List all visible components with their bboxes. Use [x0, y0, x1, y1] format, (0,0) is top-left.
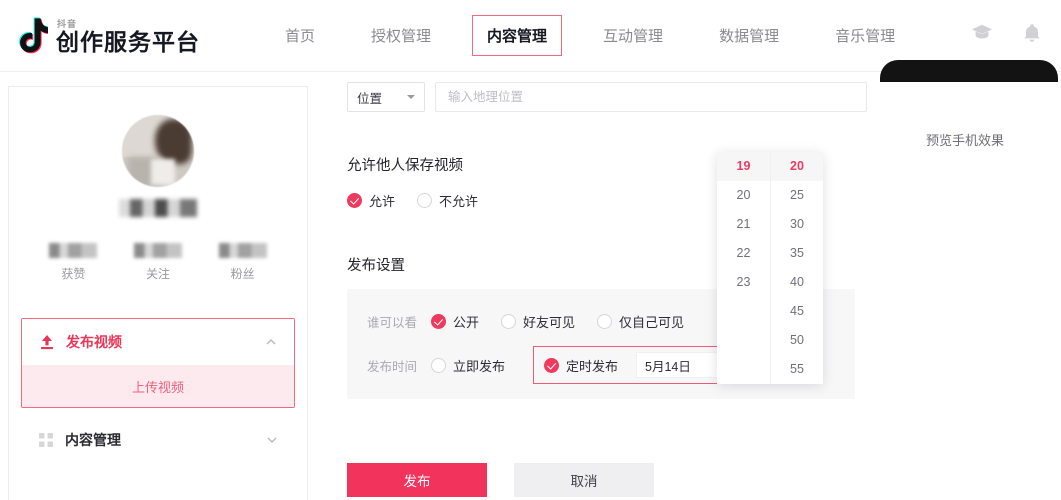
- time-picker-minutes-column[interactable]: 20 25 30 35 40 45 50 55: [770, 152, 823, 384]
- radio-visibility-friends-label: 好友可见: [523, 312, 575, 331]
- stat-likes: 获赞: [49, 243, 97, 282]
- main-nav: 首页 授权管理 内容管理 互动管理 数据管理 音乐管理: [270, 15, 936, 56]
- radio-publish-scheduled-label: 定时发布: [566, 356, 618, 375]
- music-note-icon: [14, 17, 48, 55]
- location-select-value: 位置: [357, 88, 382, 107]
- time-picker-minute-cell[interactable]: 20: [771, 152, 823, 181]
- location-input[interactable]: [435, 82, 867, 112]
- phone-preview-label: 预览手机效果: [876, 130, 1054, 149]
- nav-item-content-management[interactable]: 内容管理: [472, 15, 562, 56]
- time-picker-minute-cell[interactable]: 45: [771, 297, 823, 326]
- bell-icon[interactable]: [1021, 22, 1043, 44]
- visibility-label: 谁可以看: [367, 312, 431, 331]
- time-picker-minute-cell[interactable]: 30: [771, 210, 823, 239]
- time-picker-minute-cell[interactable]: 55: [771, 355, 823, 384]
- brand-main-label: 创作服务平台: [56, 31, 200, 54]
- sidebar-menu-publish-group: 发布视频 上传视频: [21, 318, 295, 408]
- stat-likes-label: 获赞: [49, 265, 97, 282]
- stat-fans-label: 粉丝: [219, 265, 267, 282]
- time-picker-hour-cell[interactable]: 21: [717, 210, 770, 239]
- radio-publish-now-indicator: [431, 358, 446, 373]
- nav-item-authorization[interactable]: 授权管理: [356, 15, 446, 56]
- radio-publish-now[interactable]: 立即发布: [431, 356, 505, 375]
- chevron-up-icon[interactable]: [264, 335, 278, 349]
- sidebar-item-publish-video[interactable]: 发布视频: [22, 319, 294, 365]
- chevron-down-icon[interactable]: [265, 433, 279, 447]
- radio-visibility-public-indicator: [431, 314, 446, 329]
- sidebar-subitem-upload-video-label: 上传视频: [132, 377, 184, 396]
- radio-allow-save-no[interactable]: 不允许: [417, 191, 478, 210]
- nav-item-music-management[interactable]: 音乐管理: [820, 15, 910, 56]
- sidebar: 获赞 关注 粉丝 发布视频: [8, 86, 308, 500]
- radio-publish-now-label: 立即发布: [453, 356, 505, 375]
- sidebar-item-content-management-label: 内容管理: [65, 430, 265, 450]
- sidebar-subitem-upload-video[interactable]: 上传视频: [22, 365, 294, 407]
- time-picker-minute-cell[interactable]: 35: [771, 239, 823, 268]
- sidebar-item-content-management[interactable]: 内容管理: [21, 416, 295, 464]
- grid-icon: [37, 431, 55, 449]
- stat-fans: 粉丝: [219, 243, 267, 282]
- brand-logo[interactable]: 抖音 创作服务平台: [14, 17, 200, 55]
- publish-button[interactable]: 发布: [347, 463, 487, 497]
- header-icon-group: [971, 22, 1043, 44]
- caret-down-icon: [407, 95, 415, 99]
- time-picker-minute-cell[interactable]: 50: [771, 326, 823, 355]
- scheduled-date-value: 5月14日: [645, 356, 691, 375]
- graduation-cap-icon[interactable]: [971, 22, 993, 44]
- radio-allow-save-yes-label: 允许: [369, 191, 395, 210]
- sidebar-item-publish-video-label: 发布视频: [66, 332, 264, 352]
- radio-visibility-public[interactable]: 公开: [431, 312, 479, 331]
- time-picker-hour-cell[interactable]: 19: [717, 152, 770, 181]
- upload-icon: [38, 333, 56, 351]
- stat-following-value-masked: [134, 243, 182, 258]
- stat-following-label: 关注: [134, 265, 182, 282]
- time-picker-hour-cell[interactable]: 22: [717, 239, 770, 268]
- time-picker-dropdown: 19 20 21 22 23 20 25 30 35 40 45 50 55: [717, 152, 823, 384]
- stat-fans-value-masked: [219, 243, 267, 258]
- radio-allow-save-yes-indicator: [347, 193, 362, 208]
- time-picker-hours-column[interactable]: 19 20 21 22 23: [717, 152, 770, 384]
- cancel-button[interactable]: 取消: [514, 463, 654, 497]
- phone-frame-top: [880, 60, 1058, 82]
- time-picker-hour-cell[interactable]: 23: [717, 268, 770, 297]
- location-row: 位置: [347, 82, 867, 112]
- radio-allow-save-no-label: 不允许: [439, 191, 478, 210]
- radio-visibility-public-label: 公开: [453, 312, 479, 331]
- stat-likes-value-masked: [49, 243, 97, 258]
- radio-allow-save-no-indicator: [417, 193, 432, 208]
- radio-allow-save-yes[interactable]: 允许: [347, 191, 395, 210]
- time-picker-minute-cell[interactable]: 40: [771, 268, 823, 297]
- nav-item-interaction-management[interactable]: 互动管理: [588, 15, 678, 56]
- username-masked: [119, 199, 197, 217]
- radio-visibility-private[interactable]: 仅自己可见: [597, 312, 684, 331]
- radio-publish-scheduled[interactable]: 定时发布: [544, 356, 618, 375]
- phone-preview: 预览手机效果: [876, 60, 1061, 149]
- avatar-blur-d: [151, 159, 175, 185]
- avatar[interactable]: [122, 115, 194, 187]
- radio-visibility-private-indicator: [597, 314, 612, 329]
- timing-label: 发布时间: [367, 356, 431, 375]
- time-picker-minute-cell[interactable]: 25: [771, 181, 823, 210]
- time-picker-hour-cell[interactable]: 20: [717, 181, 770, 210]
- nav-item-home[interactable]: 首页: [270, 15, 330, 56]
- location-select[interactable]: 位置: [347, 82, 425, 112]
- radio-visibility-friends[interactable]: 好友可见: [501, 312, 575, 331]
- radio-visibility-private-label: 仅自己可见: [619, 312, 684, 331]
- nav-item-data-management[interactable]: 数据管理: [704, 15, 794, 56]
- profile-stats: 获赞 关注 粉丝: [31, 243, 285, 282]
- form-actions: 发布 取消: [347, 463, 654, 497]
- brand-text: 抖音 创作服务平台: [56, 17, 200, 54]
- stat-following: 关注: [134, 243, 182, 282]
- radio-visibility-friends-indicator: [501, 314, 516, 329]
- app-root: 抖音 创作服务平台 首页 授权管理 内容管理 互动管理 数据管理 音乐管理: [0, 0, 1061, 500]
- radio-publish-scheduled-indicator: [544, 358, 559, 373]
